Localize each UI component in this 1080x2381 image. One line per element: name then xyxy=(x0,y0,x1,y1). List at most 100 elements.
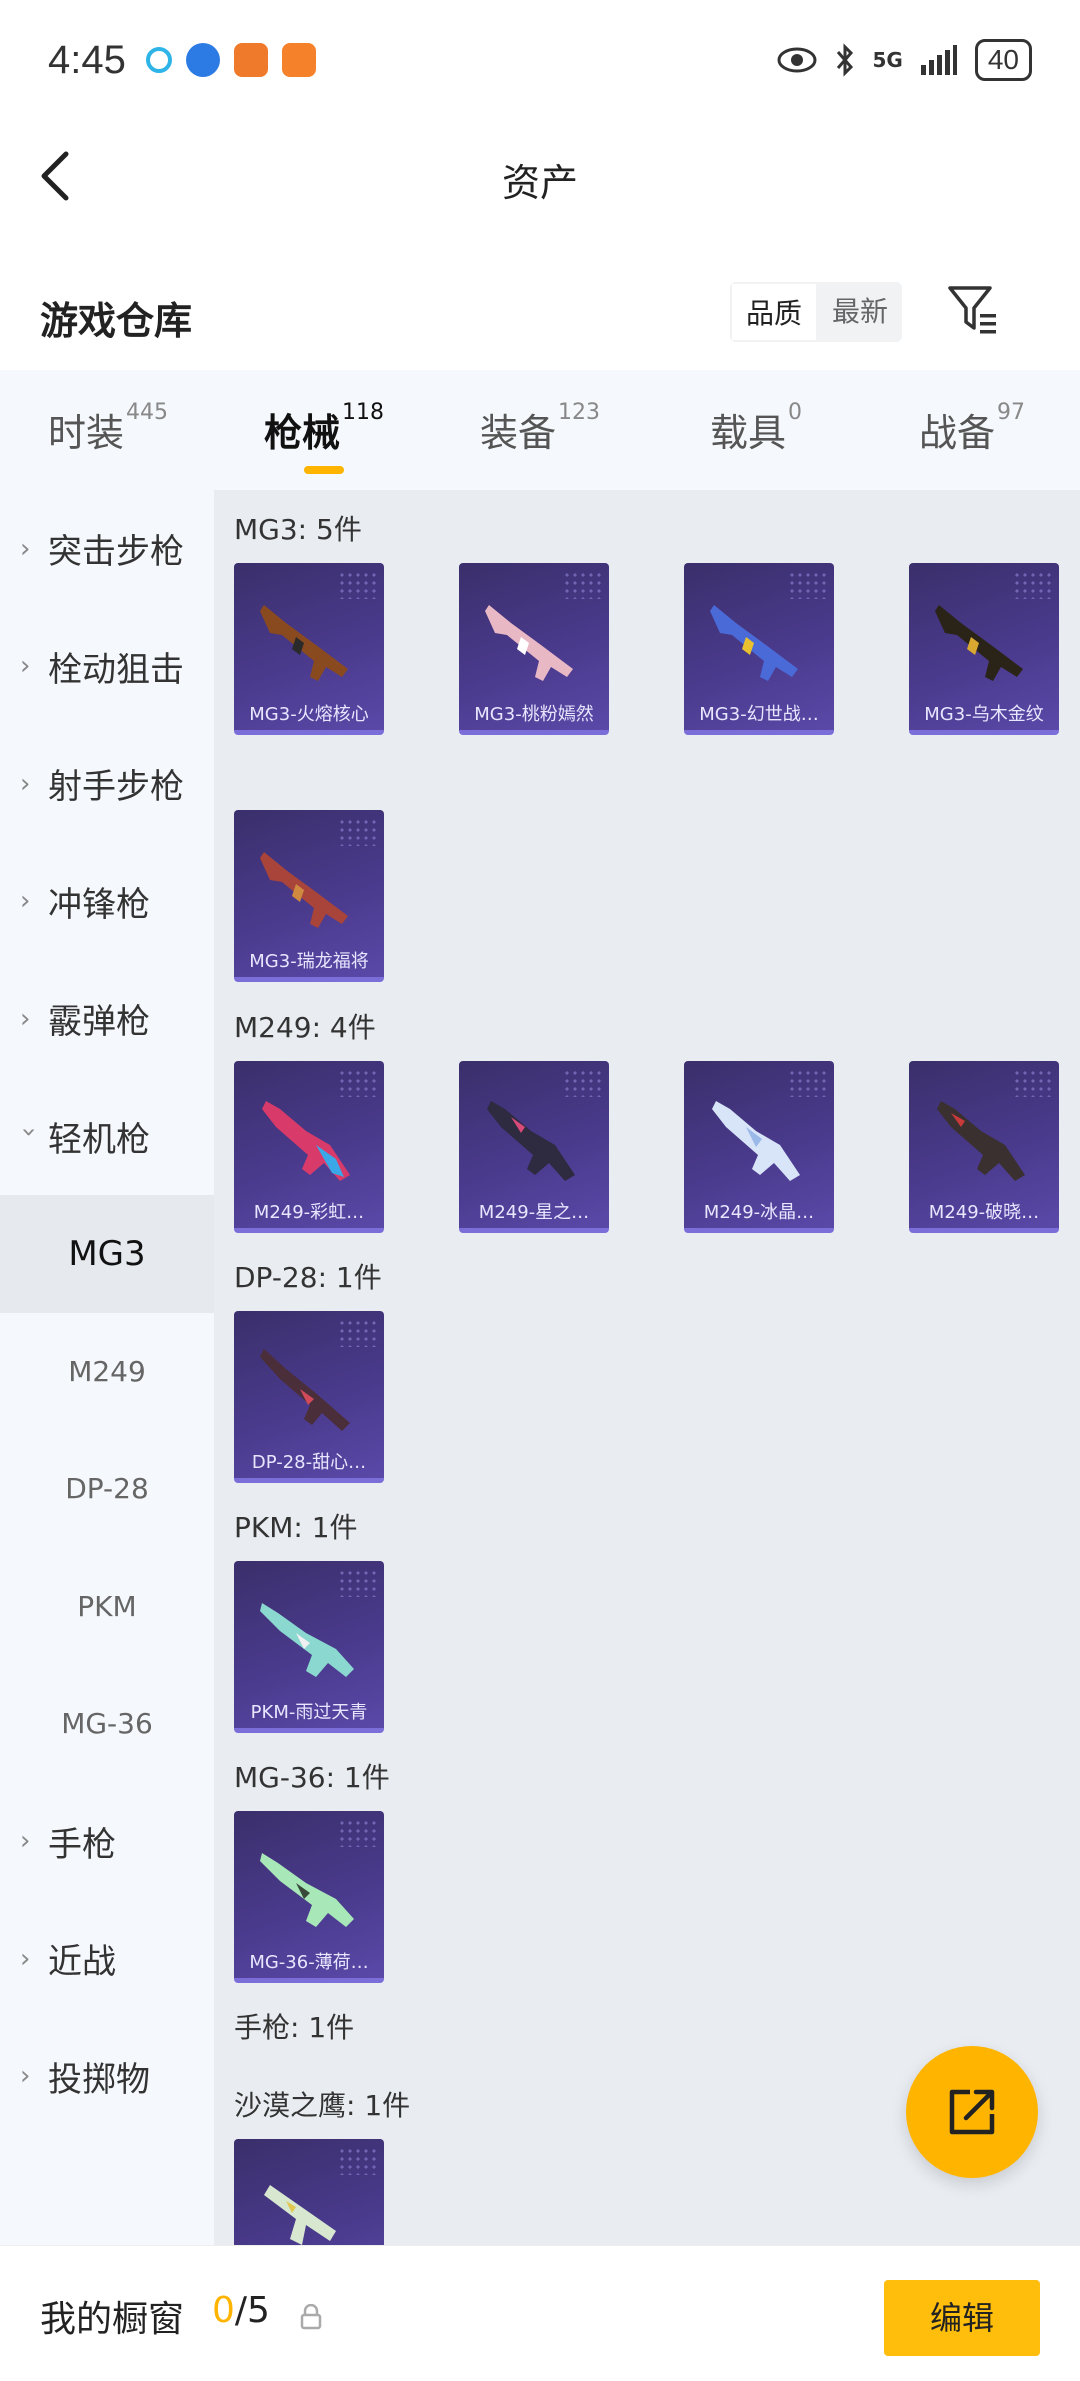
skin-label: PKM-雨过天青 xyxy=(250,1702,368,1723)
status-time: 4:45 xyxy=(48,37,126,82)
mg3-skin-icon xyxy=(710,605,798,681)
sort-quality-button[interactable]: 品质 xyxy=(730,282,819,342)
sort-latest-button[interactable]: 最新 xyxy=(818,282,902,342)
skin-card[interactable]: M249-冰晶… xyxy=(684,1061,834,1233)
share-external-icon xyxy=(949,2089,995,2135)
tab-label: 时装 xyxy=(47,411,124,455)
showcase-label: 我的橱窗 xyxy=(40,2299,185,2340)
tab-count: 97 xyxy=(997,400,1025,425)
tab-vehicles[interactable]: 载具0 xyxy=(648,370,864,490)
tab-label: 载具 xyxy=(709,411,786,455)
sidebar-item-smg[interactable]: › 冲锋枪 xyxy=(0,843,214,961)
category-tabs: 时装445 枪械118 装备123 载具0 战备97 xyxy=(0,370,1080,490)
sidebar-subitem-m249[interactable]: M249 xyxy=(0,1313,214,1431)
dp28-skin-icon xyxy=(260,1349,350,1431)
skin-card[interactable]: M249-彩虹… xyxy=(234,1061,384,1233)
skin-label: MG3-乌木金纹 xyxy=(924,704,1044,725)
skin-label: MG-36-薄荷… xyxy=(249,1952,369,1973)
sort-toggle: 品质 最新 xyxy=(730,282,903,342)
sidebar-item-lmg[interactable]: › 轻机枪 xyxy=(0,1078,214,1196)
chevron-right-icon: › xyxy=(20,651,31,682)
sidebar-item-throwable[interactable]: › 投掷物 xyxy=(0,2018,214,2136)
skin-card[interactable]: M249-破晓… xyxy=(909,1061,1059,1233)
sidebar-item-label: 轻机枪 xyxy=(48,1119,150,1160)
skin-card[interactable]: MG3-桃粉嫣然 xyxy=(459,563,609,735)
tab-count: 445 xyxy=(126,400,168,425)
sidebar-item-pistol[interactable]: › 手枪 xyxy=(0,1783,214,1901)
m249-skin-icon xyxy=(712,1101,800,1181)
sidebar-item-bolt-sniper[interactable]: › 栓动狙击 xyxy=(0,608,214,726)
active-tab-indicator xyxy=(304,466,344,474)
m249-skin-icon xyxy=(937,1101,1025,1181)
sidebar-subitem-mg36[interactable]: MG-36 xyxy=(0,1665,214,1783)
video-app-icon xyxy=(281,43,316,77)
sidebar-item-label: 栓动狙击 xyxy=(48,649,184,690)
group-title: 手枪: 1件 xyxy=(234,2011,355,2044)
chevron-right-icon: › xyxy=(20,1943,31,1974)
mg36-skin-icon xyxy=(260,1853,354,1927)
browser-app-icon xyxy=(185,43,220,77)
showcase-current: 0 xyxy=(212,2290,235,2331)
mg3-skin-icon xyxy=(260,852,348,928)
tab-label: 装备 xyxy=(479,411,556,455)
skin-card[interactable]: MG3-火熔核心 xyxy=(234,563,384,735)
signal-icon xyxy=(920,45,957,75)
group-title: PKM: 1件 xyxy=(234,1511,358,1544)
tab-equipment[interactable]: 装备123 xyxy=(432,370,648,490)
sidebar-subitem-mg3[interactable]: MG3 xyxy=(0,1195,214,1313)
chat-app-icon xyxy=(145,47,172,73)
group-title: 沙漠之鹰: 1件 xyxy=(234,2089,411,2122)
skin-card[interactable]: MG3-瑞龙福将 xyxy=(234,810,384,982)
eye-icon xyxy=(777,47,816,73)
skin-label: M249-破晓… xyxy=(928,1202,1040,1223)
notification-icons xyxy=(145,43,316,77)
showcase-bar: 我的橱窗 0/5 编辑 xyxy=(0,2245,1080,2381)
skin-label: M249-星之… xyxy=(478,1202,590,1223)
tab-firearms[interactable]: 枪械118 xyxy=(216,370,432,490)
game-app-icon xyxy=(233,43,268,77)
tab-supplies[interactable]: 战备97 xyxy=(864,370,1080,490)
skin-card[interactable]: MG3-乌木金纹 xyxy=(909,563,1059,735)
warehouse-header: 游戏仓库 品质 最新 xyxy=(0,270,1080,370)
group-title: MG3: 5件 xyxy=(234,513,362,546)
mg3-skin-icon xyxy=(935,605,1023,681)
skin-card[interactable]: M249-星之… xyxy=(459,1061,609,1233)
filter-icon[interactable] xyxy=(946,282,1002,338)
warehouse-title: 游戏仓库 xyxy=(40,299,193,343)
chevron-right-icon: › xyxy=(20,1826,31,1857)
sidebar-subitem-pkm[interactable]: PKM xyxy=(0,1548,214,1666)
tab-count: 0 xyxy=(788,400,802,425)
skin-label: DP-28-甜心… xyxy=(251,1452,367,1473)
skin-label: M249-冰晶… xyxy=(703,1202,815,1223)
sidebar-item-marksman-rifle[interactable]: › 射手步枪 xyxy=(0,725,214,843)
share-button[interactable] xyxy=(906,2046,1038,2178)
sidebar-item-label: 霰弹枪 xyxy=(48,1002,150,1043)
skin-label: MG3-桃粉嫣然 xyxy=(474,704,594,725)
chevron-right-icon: › xyxy=(20,886,31,917)
battery-indicator: 40 xyxy=(974,39,1032,81)
sidebar-item-label: 突击步枪 xyxy=(48,532,184,573)
sidebar-subitem-dp28[interactable]: DP-28 xyxy=(0,1430,214,1548)
showcase-total: /5 xyxy=(234,2290,270,2331)
sidebar-item-melee[interactable]: › 近战 xyxy=(0,1900,214,2018)
desert-eagle-skin-icon xyxy=(264,2185,336,2245)
nav-bar: 资产 xyxy=(0,120,1080,230)
chevron-right-icon: › xyxy=(20,1003,31,1034)
skin-label: MG3-火熔核心 xyxy=(249,704,369,725)
skin-card[interactable]: MG3-幻世战… xyxy=(684,563,834,735)
mg3-skin-icon xyxy=(485,605,573,681)
status-bar: 4:45 5G 40 xyxy=(0,0,1080,120)
sidebar-item-label: 投掷物 xyxy=(48,2059,150,2100)
sidebar-item-label: 射手步枪 xyxy=(48,767,184,808)
skin-card[interactable]: PKM-雨过天青 xyxy=(234,1561,384,1733)
tab-fashion[interactable]: 时装445 xyxy=(0,370,216,490)
page-title: 资产 xyxy=(501,161,578,205)
skin-card[interactable]: MG-36-薄荷… xyxy=(234,1811,384,1983)
skin-card[interactable]: DP-28-甜心… xyxy=(234,1311,384,1483)
edit-button[interactable]: 编辑 xyxy=(884,2280,1040,2356)
sidebar-item-assault-rifle[interactable]: › 突击步枪 xyxy=(0,490,214,608)
sidebar-item-shotgun[interactable]: › 霰弹枪 xyxy=(0,960,214,1078)
skin-label: MG3-幻世战… xyxy=(699,704,819,725)
skin-card[interactable] xyxy=(234,2139,384,2245)
group-title: M249: 4件 xyxy=(234,1011,376,1044)
